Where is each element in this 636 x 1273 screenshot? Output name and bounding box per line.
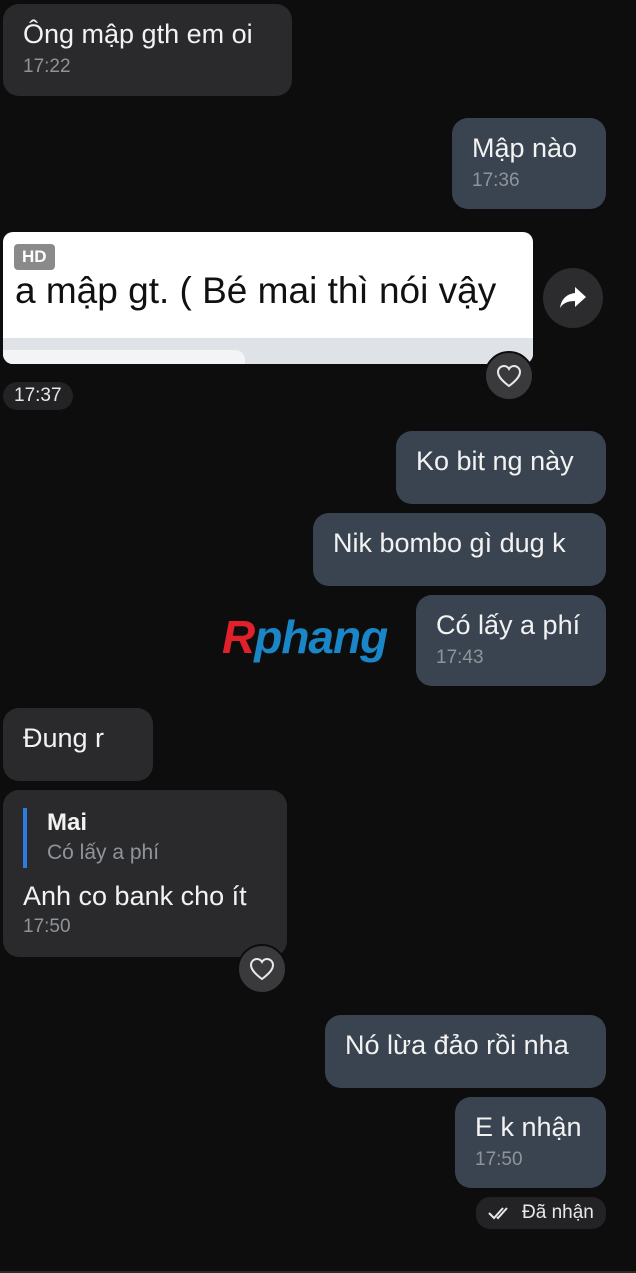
message-text: E k nhận (475, 1112, 582, 1142)
watermark-logo: Rphang (222, 610, 388, 664)
heart-icon (496, 364, 522, 388)
message-text: Nik bombo gì dug k (333, 528, 566, 558)
image-content-text: a mập gt. ( Bé mai thì nói vậy (15, 270, 497, 311)
message-text: Đung r (23, 723, 105, 753)
image-message[interactable]: a mập gt. ( Bé mai thì nói vậy HD (3, 232, 533, 364)
message-bubble-outgoing[interactable]: Có lấy a phí 17:43 (416, 595, 606, 686)
watermark-phang: phang (254, 611, 388, 663)
heart-icon (249, 957, 275, 981)
message-bubble-outgoing[interactable]: E k nhận 17:50 (455, 1097, 606, 1188)
message-text: Ko bit ng này (416, 446, 574, 476)
reaction-button[interactable] (237, 944, 287, 994)
message-time: 17:50 (23, 916, 71, 937)
message-text: Mập nào (472, 133, 578, 163)
message-bubble-outgoing[interactable]: Nik bombo gì dug k (313, 513, 606, 586)
message-time: 17:50 (475, 1149, 523, 1170)
watermark-r: R (222, 611, 255, 663)
message-text: Nó lừa đảo rồi nha (345, 1030, 569, 1060)
message-text: Anh co bank cho ít (23, 881, 247, 911)
hd-badge: HD (14, 244, 55, 270)
image-bottom-strip (3, 338, 533, 364)
message-time: 17:43 (436, 647, 484, 668)
reply-text: Có lấy a phí (47, 841, 160, 864)
share-button[interactable] (543, 268, 603, 328)
status-label: Đã nhận (522, 1202, 594, 1223)
message-bubble-incoming-reply[interactable]: Mai Có lấy a phí Anh co bank cho ít 17:5… (3, 790, 287, 957)
image-time: 17:37 (3, 382, 73, 410)
message-time: 17:22 (23, 56, 71, 77)
reaction-button[interactable] (484, 351, 534, 401)
message-text: Có lấy a phí (436, 610, 581, 640)
reply-quote[interactable]: Mai Có lấy a phí (23, 808, 267, 868)
message-time: 17:36 (472, 170, 520, 191)
message-bubble-outgoing[interactable]: Nó lừa đảo rồi nha (325, 1015, 606, 1088)
message-bubble-outgoing[interactable]: Mập nào 17:36 (452, 118, 606, 209)
share-icon (560, 287, 586, 308)
message-text: Ông mập gth em oi (23, 19, 253, 49)
message-bubble-incoming[interactable]: Ông mập gth em oi 17:22 (3, 4, 292, 96)
message-bubble-outgoing[interactable]: Ko bit ng này (396, 431, 606, 504)
delivery-status: Đã nhận (476, 1197, 606, 1229)
reply-author: Mai (47, 809, 88, 836)
message-bubble-incoming[interactable]: Đung r (3, 708, 153, 781)
double-check-icon (488, 1207, 508, 1220)
